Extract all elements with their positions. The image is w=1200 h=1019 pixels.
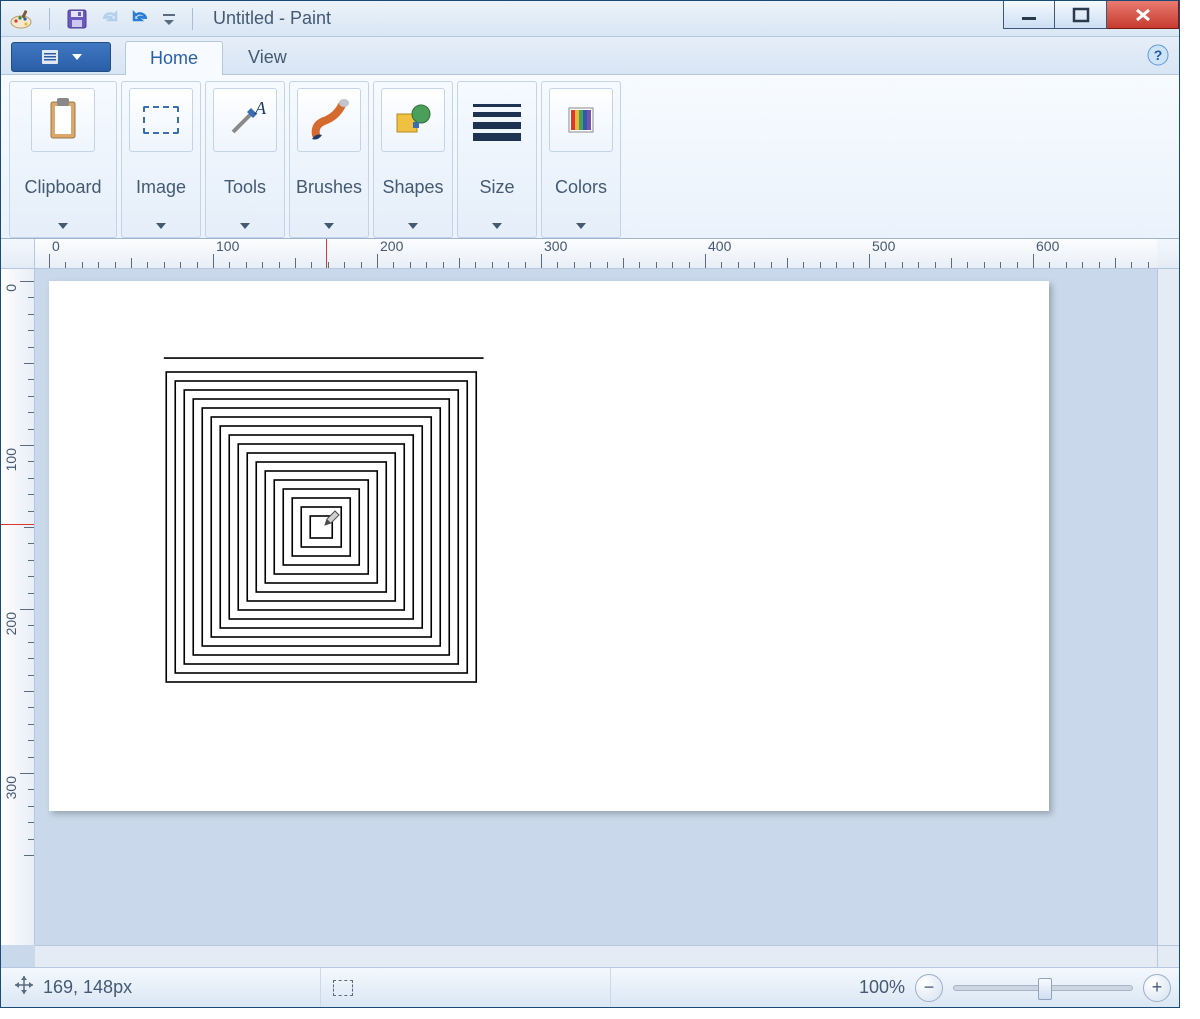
ribbon-group-size[interactable]: Size [457, 81, 537, 238]
zoom-slider[interactable] [953, 985, 1133, 991]
horizontal-scrollbar[interactable] [35, 945, 1157, 967]
ribbon-group-brushes[interactable]: Brushes [289, 81, 369, 238]
ruler-corner [1, 239, 35, 269]
canvas-viewport[interactable] [35, 269, 1157, 945]
ribbon: Clipboard Image A Tools Brushes S [1, 75, 1179, 239]
zoom-slider-thumb[interactable] [1038, 978, 1052, 1000]
pencil-cursor-icon [322, 508, 342, 528]
zoom-level-text: 100% [859, 977, 905, 998]
ribbon-group-clipboard[interactable]: Clipboard [9, 81, 117, 238]
help-icon[interactable]: ? [1147, 44, 1169, 70]
vertical-ruler: 0100200300 [1, 269, 35, 945]
coords-text: 169, 148px [43, 977, 132, 998]
minimize-button[interactable] [1003, 1, 1055, 29]
clipboard-icon [31, 88, 95, 152]
close-button[interactable] [1107, 1, 1179, 29]
status-bar: 169, 148px 100% − + [1, 967, 1179, 1007]
colors-icon [549, 88, 613, 152]
crosshair-icon [13, 974, 35, 1001]
ribbon-group-colors[interactable]: Colors [541, 81, 621, 238]
status-selection [321, 968, 611, 1007]
group-label: Shapes [382, 177, 443, 198]
ruler-corner [1157, 239, 1179, 269]
zoom-in-button[interactable]: + [1143, 974, 1171, 1002]
work-area: 0100200300400500600700 0100200300 [1, 239, 1179, 967]
chevron-down-icon [324, 216, 334, 233]
window-controls [1003, 1, 1179, 29]
canvas-drawing [49, 281, 1049, 811]
quick-access-toolbar [1, 8, 207, 30]
status-zoom: 100% − + [859, 974, 1171, 1002]
chevron-down-icon [492, 216, 502, 233]
scroll-corner [1157, 945, 1179, 967]
svg-text:?: ? [1154, 47, 1163, 63]
chevron-down-icon [58, 216, 68, 233]
size-icon [465, 88, 529, 152]
zoom-out-button[interactable]: − [915, 974, 943, 1002]
title-bar: Untitled - Paint [1, 1, 1179, 37]
group-label: Colors [555, 177, 607, 198]
separator [49, 8, 50, 30]
undo-icon[interactable] [130, 8, 152, 30]
canvas[interactable] [49, 281, 1049, 811]
file-menu-icon [40, 48, 66, 66]
ruler-cursor-marker [1, 524, 34, 525]
ribbon-group-tools[interactable]: A Tools [205, 81, 285, 238]
chevron-down-icon [240, 216, 250, 233]
chevron-down-icon [408, 216, 418, 233]
file-menu-button[interactable] [11, 42, 111, 72]
ribbon-group-image[interactable]: Image [121, 81, 201, 238]
ribbon-tabs: Home View ? [1, 37, 1179, 75]
app-window: Untitled - Paint Home View ? Clipboard [0, 0, 1180, 1008]
chevron-down-icon [576, 216, 586, 233]
group-label: Size [479, 177, 514, 198]
paint-app-icon [9, 8, 33, 30]
group-label: Tools [224, 177, 266, 198]
horizontal-ruler: 0100200300400500600700 [35, 239, 1157, 269]
select-icon [129, 88, 193, 152]
group-label: Image [136, 177, 186, 198]
save-icon[interactable] [66, 8, 88, 30]
tab-home[interactable]: Home [125, 41, 223, 75]
redo-icon[interactable] [98, 8, 120, 30]
qat-customize-icon[interactable] [162, 8, 176, 30]
svg-text:A: A [254, 98, 267, 118]
vertical-scrollbar[interactable] [1157, 269, 1179, 945]
selection-icon [333, 980, 353, 996]
group-label: Brushes [296, 177, 362, 198]
status-coordinates: 169, 148px [1, 968, 321, 1007]
brush-icon [297, 88, 361, 152]
maximize-button[interactable] [1055, 1, 1107, 29]
tab-view[interactable]: View [223, 40, 312, 74]
shapes-icon [381, 88, 445, 152]
separator [192, 8, 193, 30]
ribbon-group-shapes[interactable]: Shapes [373, 81, 453, 238]
tools-icon: A [213, 88, 277, 152]
chevron-down-icon [156, 216, 166, 233]
window-title: Untitled - Paint [213, 8, 331, 29]
chevron-down-icon [72, 54, 82, 60]
group-label: Clipboard [24, 177, 101, 198]
